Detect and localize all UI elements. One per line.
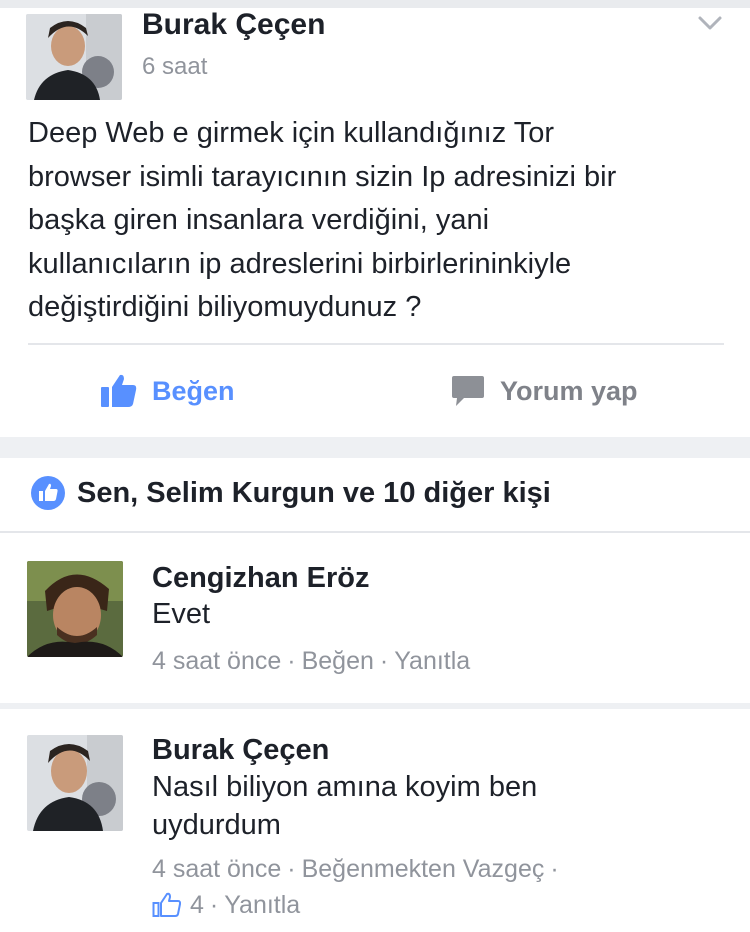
post-text: Deep Web e girmek için kullandığınız Tor…: [28, 112, 728, 330]
chevron-down-icon[interactable]: [696, 12, 724, 36]
comment-button[interactable]: Yorum yap: [450, 345, 638, 437]
post-header: Burak Çeçen 6 saat: [0, 8, 750, 100]
comment-button-label: Yorum yap: [500, 375, 638, 406]
top-divider: [0, 0, 750, 8]
post-timestamp[interactable]: 6 saat: [142, 52, 207, 82]
comment-item: Burak Çeçen Nasıl biliyon amına koyim be…: [0, 709, 750, 932]
commenter-avatar-photo: [27, 735, 123, 831]
comment-like-count[interactable]: 4: [190, 889, 204, 921]
commenter-avatar[interactable]: [27, 561, 123, 657]
thumbs-up-icon: [101, 374, 137, 407]
section-separator: [0, 437, 750, 458]
like-reaction-icon: [31, 476, 65, 510]
separator-dot: ·: [550, 855, 559, 883]
post-text-line: değiştirdiğini biliyomuydunuz ?: [28, 291, 422, 323]
comment-author[interactable]: Burak Çeçen: [152, 733, 329, 767]
reactions-text: Sen, Selim Kurgun ve 10 diğer kişi: [77, 477, 551, 509]
post-text-line: Deep Web e girmek için kullandığınız Tor: [28, 117, 555, 149]
comment-author[interactable]: Cengizhan Eröz: [152, 561, 370, 595]
separator-dot: ·: [209, 891, 219, 919]
post-author-avatar[interactable]: [26, 14, 122, 100]
like-count-thumbs-up-icon[interactable]: [152, 892, 182, 918]
comment-text: Nasıl biliyon amına koyim ben uydurdum: [152, 768, 537, 844]
comment-reply-link[interactable]: Yanıtla: [224, 889, 300, 921]
comment-meta: 4 saat önce · Beğenmekten Vazgeç ·: [152, 853, 565, 885]
comment-reply-link[interactable]: Yanıtla: [394, 647, 470, 675]
post-text-line: kullanıcıların ip adreslerini birbirleri…: [28, 247, 572, 280]
comment-meta-second-line: 4 · Yanıtla: [152, 889, 300, 921]
comment-time[interactable]: 4 saat önce: [152, 855, 281, 883]
like-button[interactable]: Beğen: [100, 345, 235, 437]
comment-unlike-link[interactable]: Beğenmekten Vazgeç: [302, 855, 545, 883]
separator-dot: ·: [287, 647, 296, 675]
separator-dot: ·: [287, 855, 296, 883]
comment-text: Evet: [152, 595, 210, 633]
comment-text-line: Nasıl biliyon amına koyim ben: [152, 771, 538, 803]
like-button-label: Beğen: [152, 375, 235, 406]
post-action-bar: Beğen Yorum yap: [0, 345, 750, 437]
speech-bubble-icon: [452, 376, 484, 406]
avatar-photo: [26, 14, 122, 100]
commenter-avatar-photo: [27, 561, 123, 657]
comment-item: Cengizhan Eröz Evet 4 saat önce · Beğen · Ya…: [0, 533, 750, 703]
comment-meta: 4 saat önce · Beğen · Yanıtla: [152, 645, 470, 677]
post-text-line: başka giren insanlara verdiğini, yani: [28, 204, 490, 236]
commenter-avatar[interactable]: [27, 735, 123, 831]
separator-dot: ·: [379, 647, 389, 675]
reactions-summary[interactable]: Sen, Selim Kurgun ve 10 diğer kişi: [0, 458, 750, 528]
post-author-name[interactable]: Burak Çeçen: [142, 8, 325, 42]
comment-text-line: uydurdum: [152, 809, 281, 841]
comment-time[interactable]: 4 saat önce: [152, 647, 281, 675]
comment-like-link[interactable]: Beğen: [302, 647, 374, 675]
comment-text-line: Evet: [152, 598, 211, 630]
post-text-line: browser isimli tarayıcının sizin Ip adre…: [28, 160, 617, 193]
